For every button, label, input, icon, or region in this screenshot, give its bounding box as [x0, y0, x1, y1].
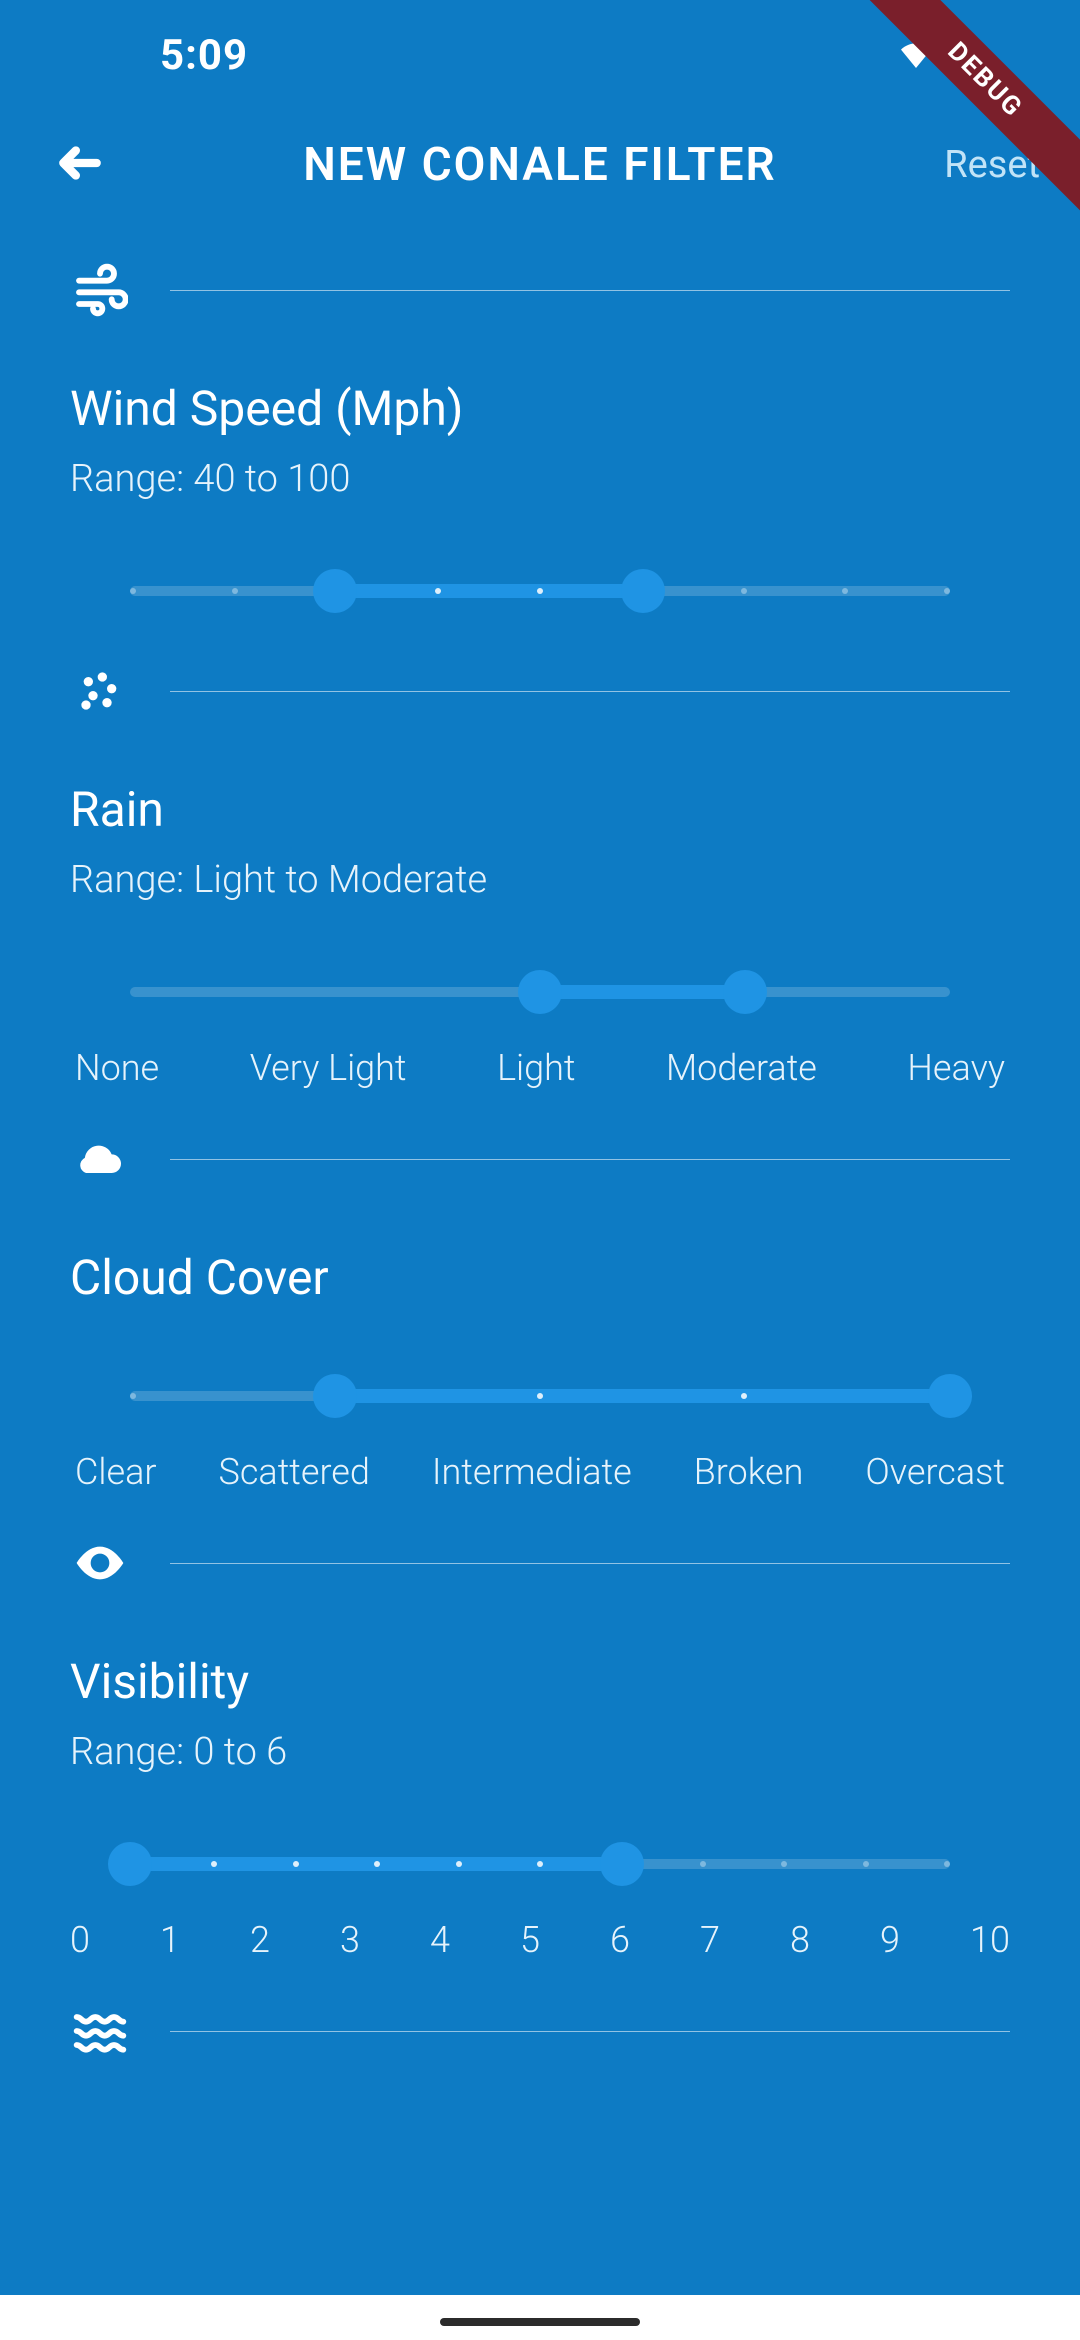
rain-label-1: Very Light	[250, 1047, 407, 1089]
cloud-thumb-low[interactable]	[313, 1374, 357, 1418]
status-bar: 5:09	[0, 0, 1080, 110]
reset-button[interactable]: Reset	[944, 143, 1040, 187]
cloud-slider[interactable]	[130, 1376, 950, 1416]
cloud-thumb-high[interactable]	[928, 1374, 972, 1418]
section-header-next	[70, 2001, 1010, 2061]
status-tray	[896, 33, 990, 77]
wind-thumb-high[interactable]	[621, 569, 665, 613]
cloud-labels: Clear Scattered Intermediate Broken Over…	[70, 1451, 1010, 1493]
vis-lbl-9: 9	[880, 1919, 900, 1961]
slider-active	[335, 584, 643, 598]
vis-lbl-6: 6	[610, 1919, 630, 1961]
battery-icon	[950, 33, 990, 77]
wind-range: Range: 40 to 100	[70, 457, 1010, 501]
section-header-cloud	[70, 1129, 1010, 1189]
vis-lbl-1: 1	[160, 1919, 180, 1961]
rain-thumb-high[interactable]	[723, 970, 767, 1014]
rain-range: Range: Light to Moderate	[70, 858, 1010, 902]
wind-title: Wind Speed (Mph)	[70, 380, 1010, 437]
eye-icon	[70, 1533, 130, 1593]
section-divider	[170, 691, 1010, 692]
wind-icon	[70, 260, 130, 320]
section-divider	[170, 290, 1010, 291]
visibility-range: Range: 0 to 6	[70, 1730, 1010, 1774]
rain-label-4: Heavy	[907, 1047, 1005, 1089]
slider-active	[540, 985, 745, 999]
rain-labels: None Very Light Light Moderate Heavy	[70, 1047, 1010, 1089]
vis-lbl-2: 2	[250, 1919, 270, 1961]
visibility-slider[interactable]	[130, 1844, 950, 1884]
rain-label-0: None	[75, 1047, 159, 1089]
rain-icon	[70, 661, 130, 721]
vis-lbl-3: 3	[340, 1919, 360, 1961]
arrow-left-icon	[55, 138, 105, 192]
back-button[interactable]	[50, 135, 110, 195]
wifi-icon	[896, 33, 936, 77]
vis-lbl-4: 4	[430, 1919, 450, 1961]
vis-lbl-7: 7	[700, 1919, 720, 1961]
visibility-thumb-high[interactable]	[600, 1842, 644, 1886]
section-divider	[170, 1563, 1010, 1564]
wind-thumb-low[interactable]	[313, 569, 357, 613]
rain-label-2: Light	[497, 1047, 575, 1089]
slider-active	[335, 1389, 950, 1403]
section-header-wind	[70, 260, 1010, 320]
vis-lbl-8: 8	[790, 1919, 810, 1961]
visibility-thumb-low[interactable]	[108, 1842, 152, 1886]
cloud-label-2: Intermediate	[432, 1451, 632, 1493]
section-divider	[170, 1159, 1010, 1160]
home-indicator	[440, 2318, 640, 2326]
section-header-rain	[70, 661, 1010, 721]
rain-label-3: Moderate	[666, 1047, 817, 1089]
rain-slider[interactable]	[130, 972, 950, 1012]
page-title: NEW CONALE FILTER	[0, 138, 1080, 192]
rain-thumb-low[interactable]	[518, 970, 562, 1014]
vis-lbl-5: 5	[520, 1919, 540, 1961]
visibility-labels: 0 1 2 3 4 5 6 7 8 9 10	[70, 1919, 1010, 1961]
slider-active	[130, 1857, 622, 1871]
status-time: 5:09	[160, 31, 248, 80]
cloud-label-4: Overcast	[865, 1451, 1005, 1493]
section-divider	[170, 2031, 1010, 2032]
content: Wind Speed (Mph) Range: 40 to 100 Rain R…	[0, 220, 1080, 2061]
vis-lbl-10: 10	[970, 1919, 1010, 1961]
cloud-label-1: Scattered	[218, 1451, 369, 1493]
visibility-title: Visibility	[70, 1653, 1010, 1710]
rain-title: Rain	[70, 781, 1010, 838]
section-header-visibility	[70, 1533, 1010, 1593]
vis-lbl-0: 0	[70, 1919, 90, 1961]
wind-slider[interactable]	[130, 571, 950, 611]
waves-icon	[70, 2001, 130, 2061]
cloud-label-0: Clear	[75, 1451, 157, 1493]
cloud-title: Cloud Cover	[70, 1249, 1010, 1306]
cloud-icon	[70, 1129, 130, 1189]
cloud-label-3: Broken	[694, 1451, 804, 1493]
app-header: NEW CONALE FILTER Reset	[0, 110, 1080, 220]
